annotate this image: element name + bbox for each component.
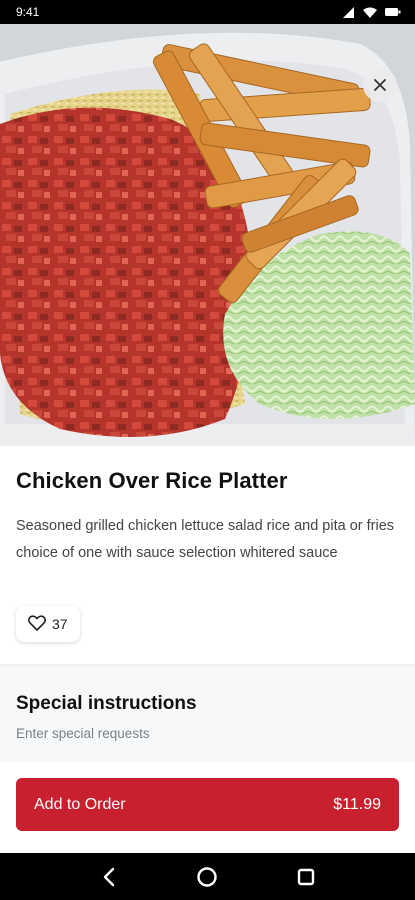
- special-requests-input[interactable]: [16, 722, 396, 744]
- item-photo: [0, 24, 415, 446]
- wifi-icon: [363, 7, 377, 18]
- like-count: 37: [52, 616, 68, 632]
- like-button[interactable]: 37: [16, 606, 80, 642]
- add-to-order-label: Add to Order: [34, 795, 126, 813]
- status-time: 9:41: [16, 5, 40, 19]
- back-icon[interactable]: [97, 865, 121, 889]
- home-icon[interactable]: [195, 865, 219, 889]
- order-price: $11.99: [333, 795, 381, 813]
- battery-icon: [385, 7, 401, 17]
- special-instructions-section: Special instructions: [0, 666, 415, 762]
- status-bar: 9:41: [0, 0, 415, 24]
- item-details: Chicken Over Rice Platter Seasoned grill…: [0, 446, 415, 664]
- signal-icon: [343, 6, 355, 18]
- add-to-order-button[interactable]: Add to Order $11.99: [16, 778, 399, 831]
- item-title: Chicken Over Rice Platter: [16, 468, 288, 493]
- heart-icon: [28, 614, 46, 634]
- special-instructions-title: Special instructions: [16, 693, 197, 714]
- system-nav-bar: [0, 853, 415, 900]
- item-description: Seasoned grilled chicken lettuce salad r…: [16, 518, 395, 561]
- close-button[interactable]: [363, 68, 397, 102]
- order-bar: Add to Order $11.99: [0, 762, 415, 853]
- close-icon: [373, 78, 387, 92]
- recents-icon[interactable]: [294, 865, 318, 889]
